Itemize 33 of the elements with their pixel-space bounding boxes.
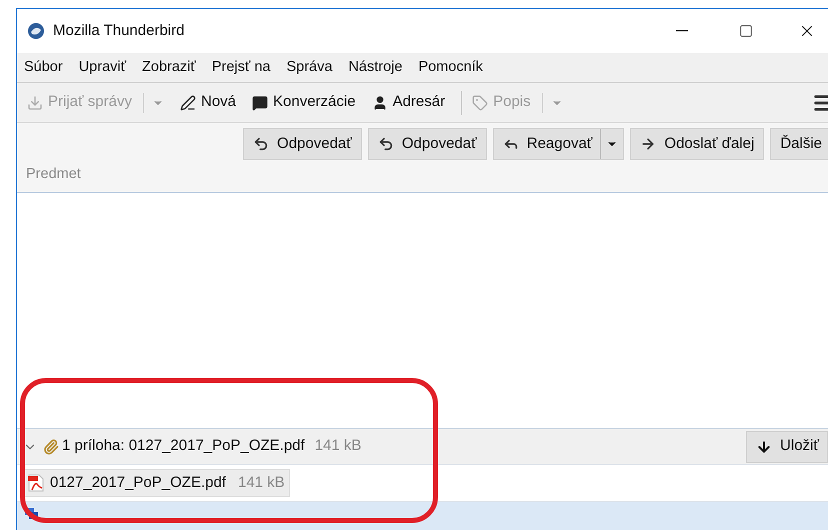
- menu-item[interactable]: Upraviť: [78, 56, 126, 78]
- save-button[interactable]: Uložiť: [746, 430, 828, 462]
- menu-item[interactable]: Zobraziť: [142, 56, 196, 78]
- download-icon: [27, 94, 43, 110]
- person-icon: [372, 94, 388, 110]
- subject-label: Predmet: [26, 165, 81, 184]
- pdf-file-icon: [26, 473, 46, 493]
- header-button[interactable]: Odpovedať: [368, 128, 487, 160]
- app-logo-icon: [27, 22, 45, 40]
- menu-item[interactable]: Správa: [286, 56, 332, 78]
- menu-item[interactable]: Pomocník: [418, 56, 483, 78]
- speech-bubble-icon: [252, 94, 268, 110]
- window-title: Mozilla Thunderbird: [53, 20, 184, 41]
- menu-item[interactable]: Súbor: [24, 56, 63, 78]
- arrow-right-icon: [640, 136, 656, 152]
- toolbar-button[interactable]: Konverzácie: [252, 91, 356, 114]
- pencil-icon: [180, 94, 196, 110]
- menu-item[interactable]: Prejsť na: [212, 56, 270, 78]
- reply-icon: [253, 136, 270, 152]
- reply-icon: [378, 136, 394, 152]
- header-button[interactable]: Odpovedať: [243, 128, 362, 160]
- header-button[interactable]: Odoslať ďalej: [630, 128, 764, 160]
- minimize-icon: [676, 30, 688, 32]
- menu-item[interactable]: Nástroje: [348, 56, 402, 78]
- attachment-size: 141 kB: [314, 436, 362, 456]
- header-button[interactable]: Ďalšie: [770, 128, 828, 160]
- header-button[interactable]: Reagovať: [492, 128, 624, 160]
- maximize-icon: [739, 24, 753, 38]
- paperclip-icon: [43, 438, 59, 454]
- attachment-summary: 1 príloha: 0127_2017_PoP_OZE.pdf: [62, 436, 305, 456]
- toolbar-button[interactable]: Adresár: [372, 91, 446, 114]
- tag-icon: [472, 94, 488, 110]
- toolbar-button[interactable]: Nová: [180, 91, 236, 114]
